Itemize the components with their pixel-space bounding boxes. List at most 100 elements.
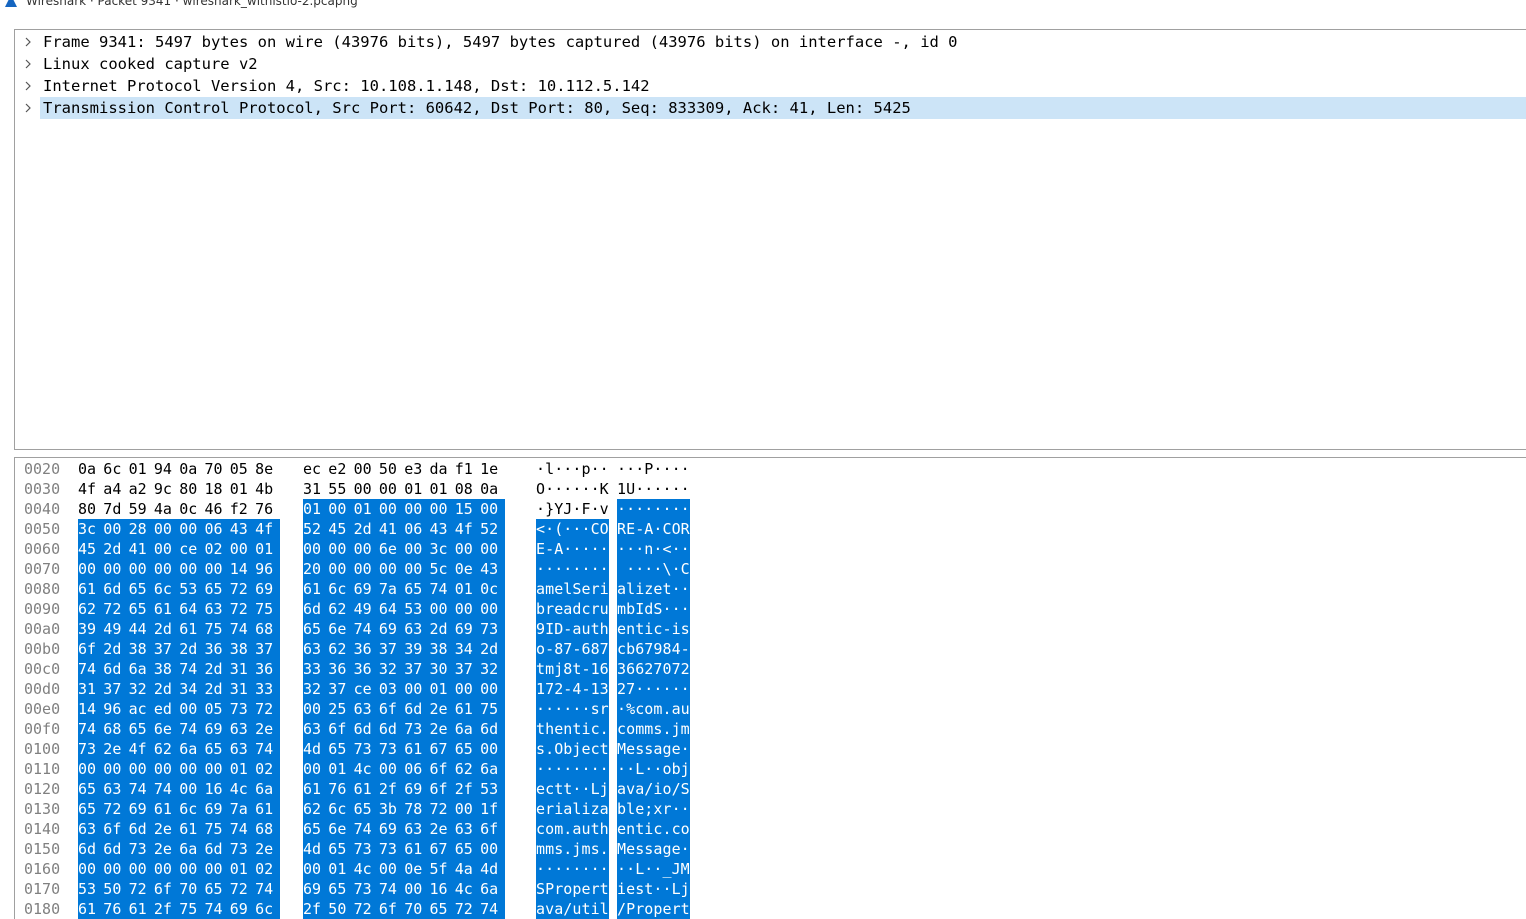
tree-item[interactable]: Internet Protocol Version 4, Src: 10.108…	[15, 75, 1526, 97]
hex-byte[interactable]: 65	[353, 799, 379, 819]
hex-byte[interactable]: 34	[454, 639, 481, 659]
hex-byte[interactable]: 32	[480, 659, 506, 679]
hex-byte[interactable]: 00	[103, 519, 129, 539]
hex-byte[interactable]: 6c	[153, 579, 180, 599]
hex-byte[interactable]: 6d	[480, 719, 506, 739]
hex-byte[interactable]: 76	[255, 499, 280, 519]
hex-byte[interactable]: 73	[229, 839, 256, 859]
hex-byte[interactable]: 18	[204, 479, 229, 499]
hex-bytes-group[interactable]: 61 76 61 2f 69 6f 2f 53	[303, 779, 506, 799]
hex-byte[interactable]: 44	[128, 619, 154, 639]
hex-row[interactable]: 00b0 6f 2d 38 37 2d 36 38 37 63 62 36 37 39 38 34 2d o-87…	[15, 639, 1526, 659]
hex-byte[interactable]: 68	[255, 619, 281, 639]
hex-byte[interactable]: 74	[179, 659, 205, 679]
hex-byte[interactable]: 63	[303, 719, 329, 739]
hex-byte[interactable]: 37	[255, 639, 281, 659]
hex-bytes-group[interactable]: 00 00 00 00 00 00 01 02	[78, 759, 281, 779]
hex-byte[interactable]: 63	[353, 699, 379, 719]
hex-byte[interactable]: 36	[353, 659, 379, 679]
hex-byte[interactable]: 0e	[404, 859, 430, 879]
hex-byte[interactable]: 30	[429, 659, 455, 679]
hex-byte[interactable]: 3c	[78, 519, 104, 539]
ascii-group[interactable]: ····\·C	[617, 559, 690, 579]
hex-byte[interactable]: 74	[78, 659, 104, 679]
hex-byte[interactable]: 6f	[429, 779, 455, 799]
hex-bytes-group[interactable]: 63 6f 6d 6d 73 2e 6a 6d	[303, 719, 506, 739]
hex-byte[interactable]: 6f	[153, 879, 180, 899]
ascii-group[interactable]: ·l···p··	[536, 459, 609, 479]
hex-row[interactable]: 00c0 74 6d 6a 38 74 2d 31 36 33 36 36 32 37 30 37 32 tmj8…	[15, 659, 1526, 679]
hex-bytes-group[interactable]: 39 49 44 2d 61 75 74 68	[78, 619, 281, 639]
ascii-group[interactable]: ava/io/S	[617, 779, 690, 799]
hex-byte[interactable]: 72	[429, 799, 455, 819]
hex-row[interactable]: 0130 65 72 69 61 6c 69 7a 61 62 6c 65 3b 78 72 00 1f eria…	[15, 799, 1526, 819]
hex-byte[interactable]: 62	[328, 599, 354, 619]
tree-item[interactable]: Linux cooked capture v2	[15, 53, 1526, 75]
hex-byte[interactable]: 01	[454, 579, 481, 599]
hex-byte[interactable]: 6d	[78, 839, 104, 859]
hex-bytes-group[interactable]: 00 01 4c 00 06 6f 62 6a	[303, 759, 506, 779]
hex-byte[interactable]: 00	[179, 699, 205, 719]
hex-byte[interactable]: 74	[153, 779, 180, 799]
hex-row[interactable]: 0040 80 7d 59 4a 0c 46 f2 76 01 00 01 00 00 00 15 00 ·}YJ…	[15, 499, 1526, 519]
hex-byte[interactable]: 00	[454, 679, 481, 699]
hex-bytes-group[interactable]: 74 6d 6a 38 74 2d 31 36	[78, 659, 281, 679]
hex-byte[interactable]: 16	[429, 879, 455, 899]
ascii-group[interactable]: ava/util	[536, 899, 609, 919]
hex-bytes-group[interactable]: 31 37 32 2d 34 2d 31 33	[78, 679, 281, 699]
hex-byte[interactable]: 00	[354, 459, 379, 479]
hex-byte[interactable]: 01	[328, 759, 354, 779]
hex-bytes-group[interactable]: ec e2 00 50 e3 da f1 1e	[303, 459, 505, 479]
expand-arrow-icon[interactable]	[22, 36, 34, 48]
hex-byte[interactable]: 61	[404, 839, 430, 859]
hex-byte[interactable]: 74	[179, 719, 205, 739]
hex-byte[interactable]: 6d	[303, 599, 329, 619]
hex-byte[interactable]: 00	[378, 759, 405, 779]
hex-byte[interactable]: 80	[179, 479, 204, 499]
hex-byte[interactable]: 62	[328, 639, 354, 659]
hex-byte[interactable]: 02	[255, 759, 281, 779]
hex-byte[interactable]: 6a	[480, 759, 506, 779]
hex-byte[interactable]: 01	[255, 539, 281, 559]
ascii-group[interactable]: thentic.	[536, 719, 609, 739]
hex-byte[interactable]: 06	[404, 759, 430, 779]
hex-byte[interactable]: a4	[103, 479, 128, 499]
hex-byte[interactable]: 63	[404, 819, 430, 839]
hex-byte[interactable]: a2	[129, 479, 154, 499]
hex-byte[interactable]: 16	[204, 779, 230, 799]
hex-byte[interactable]: 00	[303, 699, 329, 719]
hex-byte[interactable]: 64	[179, 599, 205, 619]
hex-byte[interactable]: 0a	[78, 459, 103, 479]
hex-byte[interactable]: 65	[78, 779, 104, 799]
hex-byte[interactable]: 73	[353, 839, 379, 859]
hex-byte[interactable]: 61	[404, 739, 430, 759]
ascii-group[interactable]: ···P····	[617, 459, 690, 479]
hex-byte[interactable]: 61	[255, 799, 281, 819]
ascii-group[interactable]: ········	[536, 559, 609, 579]
hex-byte[interactable]: 2d	[103, 639, 129, 659]
hex-byte[interactable]: 96	[103, 699, 129, 719]
hex-byte[interactable]: 6c	[103, 459, 128, 479]
hex-byte[interactable]: 69	[378, 819, 405, 839]
hex-bytes-group[interactable]: 63 6f 6d 2e 61 75 74 68	[78, 819, 281, 839]
hex-byte[interactable]: 00	[454, 599, 481, 619]
hex-byte[interactable]: 38	[229, 639, 256, 659]
hex-byte[interactable]: 74	[378, 879, 405, 899]
expand-arrow-icon[interactable]	[22, 102, 34, 114]
hex-byte[interactable]: 74	[429, 579, 455, 599]
hex-byte[interactable]: 68	[103, 719, 129, 739]
hex-byte[interactable]: 74	[229, 619, 256, 639]
hex-byte[interactable]: 70	[204, 459, 229, 479]
hex-bytes-group[interactable]: 4f a4 a2 9c 80 18 01 4b	[78, 479, 280, 499]
hex-byte[interactable]: f1	[455, 459, 480, 479]
hex-bytes-group[interactable]: 00 00 00 6e 00 3c 00 00	[303, 539, 506, 559]
hex-byte[interactable]: 6e	[328, 619, 354, 639]
hex-byte[interactable]: 05	[204, 699, 230, 719]
hex-byte[interactable]: 72	[229, 879, 256, 899]
hex-byte[interactable]: 01	[230, 479, 255, 499]
hex-byte[interactable]: 00	[454, 799, 481, 819]
hex-byte[interactable]: 00	[303, 759, 329, 779]
hex-byte[interactable]: 0c	[480, 579, 506, 599]
hex-byte[interactable]: 6d	[103, 839, 129, 859]
hex-byte[interactable]: 76	[328, 779, 354, 799]
